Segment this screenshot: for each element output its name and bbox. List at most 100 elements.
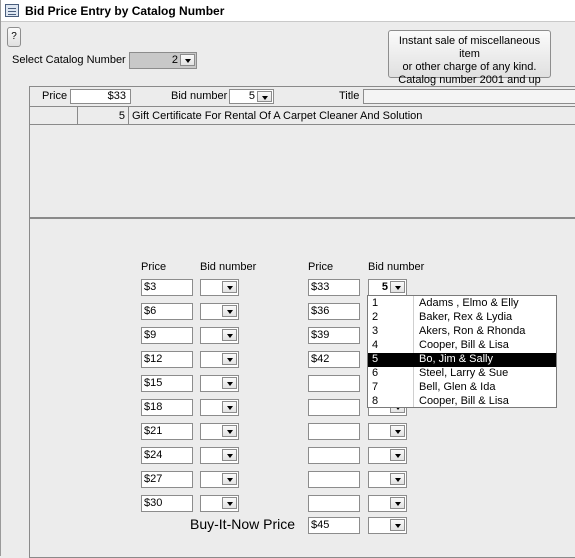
left-price-value: $15 <box>144 377 163 389</box>
right-bid-select[interactable]: 5 <box>368 279 407 296</box>
bid-number-dropdown-button[interactable] <box>257 91 272 102</box>
bidder-name: Bell, Glen & Ida <box>419 381 496 393</box>
left-bid-select[interactable] <box>200 399 239 416</box>
left-bid-select[interactable] <box>200 495 239 512</box>
left-price-field[interactable]: $9 <box>141 327 193 344</box>
left-bid-select[interactable] <box>200 471 239 488</box>
buy-it-now-price-field[interactable]: $45 <box>308 517 360 534</box>
help-button-label: ? <box>11 31 17 42</box>
buy-it-now-price-value: $45 <box>311 519 330 531</box>
bidder-dropdown-list[interactable]: 1 Adams , Elmo & Elly 2 Baker, Rex & Lydia 3… <box>367 295 557 408</box>
right-price-value: $36 <box>311 305 330 317</box>
left-price-field[interactable]: $6 <box>141 303 193 320</box>
buy-it-now-bid-select[interactable] <box>368 517 407 534</box>
buy-it-now-bid-dropdown-button[interactable] <box>390 519 405 531</box>
left-bid-dropdown-button[interactable] <box>222 281 237 293</box>
left-bid-dropdown-button[interactable] <box>222 401 237 413</box>
left-bid-dropdown-button[interactable] <box>222 425 237 437</box>
left-price-field[interactable]: $18 <box>141 399 193 416</box>
right-bid-dropdown-button[interactable] <box>390 281 405 293</box>
right-price-field[interactable] <box>308 399 360 416</box>
left-bid-dropdown-button[interactable] <box>222 497 237 509</box>
left-price-field[interactable]: $3 <box>141 279 193 296</box>
left-bid-dropdown-button[interactable] <box>222 329 237 341</box>
bidder-list-item[interactable]: 2 Baker, Rex & Lydia <box>368 311 556 325</box>
bidder-name: Steel, Larry & Sue <box>419 367 509 379</box>
right-bid-select[interactable] <box>368 423 407 440</box>
left-price-header: Price <box>141 261 167 273</box>
right-price-field[interactable]: $33 <box>308 279 360 296</box>
buy-it-now-label: Buy-It-Now Price <box>190 516 296 532</box>
right-bid-dropdown-button[interactable] <box>390 497 405 509</box>
left-price-value: $12 <box>144 353 163 365</box>
bidder-name: Adams , Elmo & Elly <box>419 297 519 309</box>
right-price-field[interactable] <box>308 423 360 440</box>
right-price-value: $42 <box>311 353 330 365</box>
bid-number-select[interactable]: 5 <box>229 89 274 104</box>
left-price-field[interactable]: $21 <box>141 423 193 440</box>
catalog-number-select[interactable]: 2 <box>129 52 197 69</box>
bidder-list-item[interactable]: 5 Bo, Jim & Sally <box>368 353 556 367</box>
right-bid-select[interactable] <box>368 447 407 464</box>
help-button[interactable]: ? <box>7 27 21 47</box>
instant-sale-button[interactable]: Instant sale of miscellaneous item or ot… <box>388 30 551 86</box>
catalog-number-value: 2 <box>171 54 178 66</box>
right-bid-dropdown-button[interactable] <box>390 425 405 437</box>
title-label: Title <box>339 90 360 102</box>
left-bid-select[interactable] <box>200 327 239 344</box>
right-price-field[interactable]: $39 <box>308 327 360 344</box>
right-price-field[interactable] <box>308 471 360 488</box>
left-bid-dropdown-button[interactable] <box>222 353 237 365</box>
bidder-list-item[interactable]: 1 Adams , Elmo & Elly <box>368 297 556 311</box>
left-price-field[interactable]: $30 <box>141 495 193 512</box>
item-number: 5 <box>118 110 125 122</box>
bidder-list-item[interactable]: 6 Steel, Larry & Sue <box>368 367 556 381</box>
left-price-value: $30 <box>144 497 163 509</box>
bidder-number: 1 <box>372 297 379 309</box>
left-bid-select[interactable] <box>200 423 239 440</box>
bidder-list-item[interactable]: 3 Akers, Ron & Rhonda <box>368 325 556 339</box>
left-bid-dropdown-button[interactable] <box>222 473 237 485</box>
bidder-number: 3 <box>372 325 379 337</box>
right-bid-dropdown-button[interactable] <box>390 473 405 485</box>
right-price-field[interactable] <box>308 495 360 512</box>
bidder-name: Cooper, Bill & Lisa <box>419 395 509 407</box>
price-value: $33 <box>107 90 126 102</box>
bidder-name: Cooper, Bill & Lisa <box>419 339 509 351</box>
catalog-dropdown-button[interactable] <box>180 54 195 66</box>
left-price-field[interactable]: $15 <box>141 375 193 392</box>
left-bid-dropdown-button[interactable] <box>222 449 237 461</box>
left-price-field[interactable]: $27 <box>141 471 193 488</box>
bidder-name: Baker, Rex & Lydia <box>419 311 513 323</box>
left-price-value: $21 <box>144 425 163 437</box>
right-bid-select[interactable] <box>368 471 407 488</box>
left-bid-dropdown-button[interactable] <box>222 305 237 317</box>
title-field[interactable] <box>363 89 575 104</box>
left-bid-select[interactable] <box>200 447 239 464</box>
right-price-field[interactable]: $42 <box>308 351 360 368</box>
right-price-field[interactable] <box>308 375 360 392</box>
right-price-field[interactable]: $36 <box>308 303 360 320</box>
instant-sale-line-2: or other charge of any kind. <box>402 61 537 73</box>
right-bid-select[interactable] <box>368 495 407 512</box>
left-bid-select[interactable] <box>200 303 239 320</box>
left-bid-dropdown-button[interactable] <box>222 377 237 389</box>
left-bid-header: Bid number <box>200 261 257 273</box>
bidder-list-item[interactable]: 8 Cooper, Bill & Lisa <box>368 395 556 409</box>
left-price-field[interactable]: $24 <box>141 447 193 464</box>
bidder-list-item[interactable]: 4 Cooper, Bill & Lisa <box>368 339 556 353</box>
right-price-header: Price <box>308 261 334 273</box>
right-price-field[interactable] <box>308 447 360 464</box>
right-price-value: $39 <box>311 329 330 341</box>
price-field[interactable]: $33 <box>70 89 131 104</box>
bidder-list-item[interactable]: 7 Bell, Glen & Ida <box>368 381 556 395</box>
right-bid-dropdown-button[interactable] <box>390 449 405 461</box>
left-bid-select[interactable] <box>200 375 239 392</box>
instant-sale-line-1: Instant sale of miscellaneous item <box>398 35 541 60</box>
bidder-number: 8 <box>372 395 379 407</box>
right-bid-header: Bid number <box>368 261 425 273</box>
left-bid-select[interactable] <box>200 351 239 368</box>
left-price-field[interactable]: $12 <box>141 351 193 368</box>
bidder-number: 2 <box>372 311 379 323</box>
left-bid-select[interactable] <box>200 279 239 296</box>
